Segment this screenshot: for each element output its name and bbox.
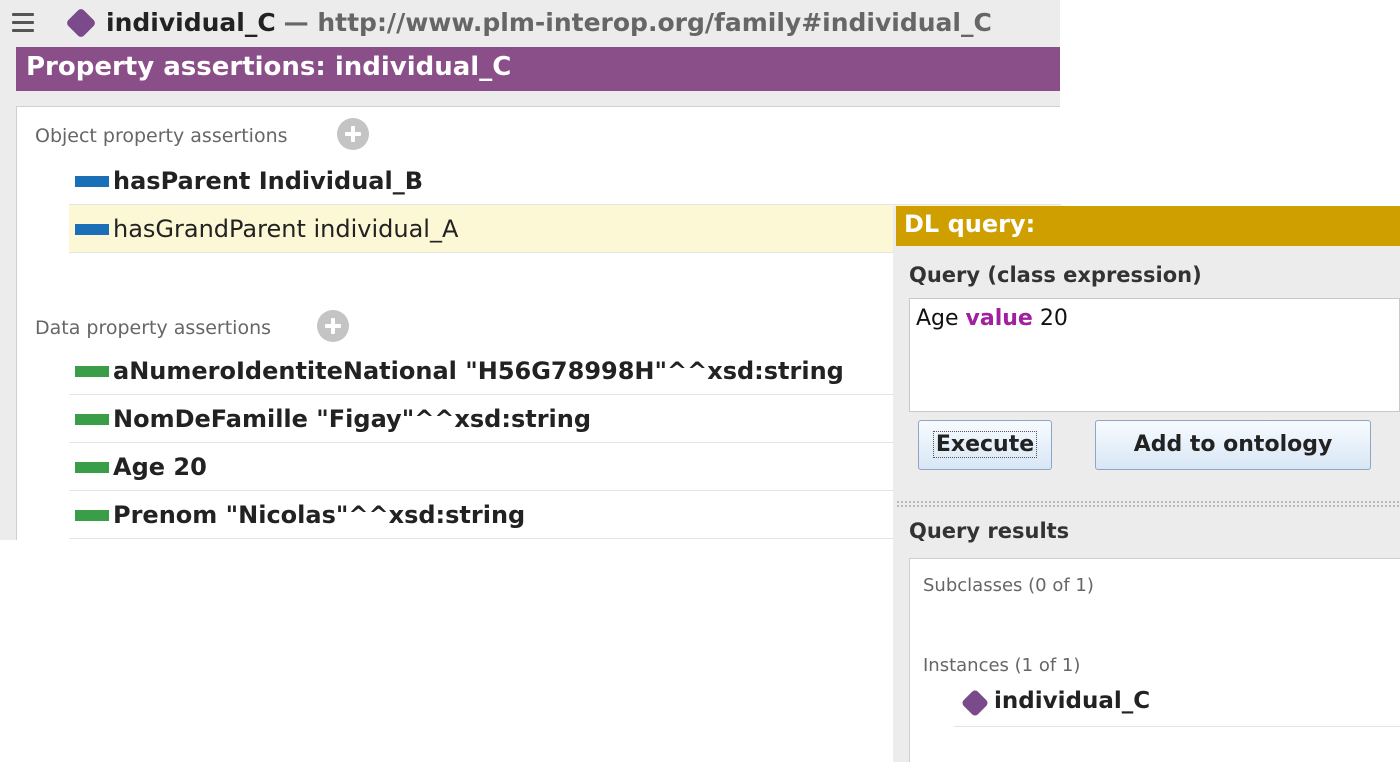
query-text-part: 20 [1032,306,1068,331]
query-input[interactable]: Age value 20 [909,298,1400,412]
query-results-panel: Subclasses (0 of 1) Instances (1 of 1) i… [909,558,1400,762]
individual-diamond-icon [960,688,990,718]
data-property-icon [75,510,109,521]
instance-result-name: individual_C [994,688,1151,714]
query-text-part: Age [916,306,966,331]
query-label: Query (class expression) [909,263,1202,287]
data-property-assertion: aNumeroIdentiteNational "H56G78998H"^^xs… [113,357,844,385]
property-assertions-header: Property assertions: individual_C [16,47,1060,91]
object-property-icon [75,176,109,187]
object-property-row[interactable]: hasParent Individual_B [69,157,1061,205]
dl-query-view: DL query: Query (class expression) Age v… [893,206,1400,762]
dl-query-title: DL query: [904,210,1036,238]
query-text: Age value 20 [916,305,1068,333]
property-assertions-title: Property assertions: individual_C [26,52,512,82]
query-results-label: Query results [909,519,1070,543]
subclasses-label: Subclasses (0 of 1) [923,575,1094,596]
entity-iri: — http://www.plm-interop.org/family#indi… [283,8,992,37]
entity-title: individual_C — http://www.plm-interop.or… [106,8,992,38]
object-property-icon [75,224,109,235]
data-property-assertion: NomDeFamille "Figay"^^xsd:string [113,405,592,433]
data-property-assertion: Age 20 [113,453,207,481]
add-object-property-button[interactable] [337,118,369,150]
data-property-section-label: Data property assertions [35,317,272,339]
dl-query-header: DL query: [896,206,1400,246]
individual-diamond-icon [65,7,97,39]
object-property-assertion: hasParent Individual_B [113,167,424,195]
instance-result-row[interactable]: individual_C [954,679,1400,727]
execute-button-label: Execute [932,431,1038,458]
data-property-assertion: Prenom "Nicolas"^^xsd:string [113,501,526,529]
entity-name: individual_C [106,8,276,37]
object-property-section-label: Object property assertions [35,125,288,147]
add-to-ontology-button[interactable]: Add to ontology [1095,420,1371,470]
pane-splitter[interactable] [896,500,1400,508]
object-property-assertion: hasGrandParent individual_A [113,215,459,243]
data-property-icon [75,414,109,425]
data-property-icon [75,462,109,473]
add-to-ontology-label: Add to ontology [1133,432,1333,457]
instances-label: Instances (1 of 1) [923,655,1081,676]
view-title-bar: individual_C — http://www.plm-interop.or… [0,0,1060,46]
add-data-property-button[interactable] [317,310,349,342]
execute-button[interactable]: Execute [918,420,1052,470]
data-property-icon [75,366,109,377]
hamburger-menu-icon[interactable] [12,13,34,33]
query-keyword: value [965,306,1033,331]
